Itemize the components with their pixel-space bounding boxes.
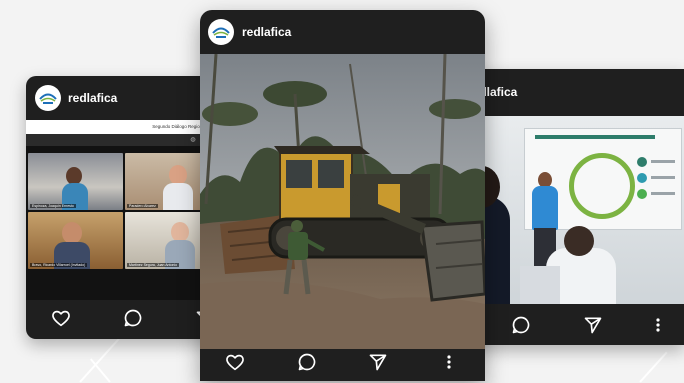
avatar[interactable]	[35, 85, 61, 111]
participant-tile: Bravo, Ricardo Villarroel (Invitado)	[28, 212, 123, 269]
avatar[interactable]	[208, 19, 234, 45]
comment-icon	[298, 353, 316, 371]
participant-tile: Espinoza, Joaquín Ernesto	[28, 153, 123, 210]
post-card-center[interactable]: redlafica	[200, 10, 485, 381]
comment-icon	[124, 309, 142, 327]
participant-name: Bravo, Ricardo Villarroel (Invitado)	[30, 263, 88, 267]
post-image[interactable]	[200, 54, 485, 349]
username[interactable]: redlafica	[68, 91, 117, 105]
comment-button[interactable]	[295, 350, 319, 374]
send-icon	[369, 354, 387, 371]
post-header: redlafica	[460, 69, 684, 115]
more-options-button[interactable]	[443, 350, 455, 374]
participant-name: Espinoza, Joaquín Ernesto	[30, 204, 76, 208]
more-options-button[interactable]	[652, 314, 664, 336]
send-button[interactable]	[582, 314, 604, 336]
participant-name: Martínez Segura, Juan Antonio	[127, 263, 180, 267]
comment-button[interactable]	[122, 307, 144, 329]
bulldozer-photo	[200, 54, 485, 349]
post-card-right[interactable]: redlafica	[460, 69, 684, 345]
username[interactable]: redlafica	[242, 25, 291, 39]
send-button[interactable]	[366, 350, 390, 374]
comment-button[interactable]	[510, 314, 532, 336]
heart-icon	[226, 354, 244, 371]
redlafica-logo-icon	[211, 22, 231, 42]
more-vertical-icon	[447, 355, 451, 369]
send-icon	[584, 317, 602, 334]
post-header: redlafica	[200, 10, 485, 54]
participant-name: Paradero Alvarez	[127, 204, 158, 208]
post-image[interactable]	[460, 116, 684, 304]
redlafica-logo-icon	[38, 88, 58, 108]
comment-icon	[512, 316, 530, 334]
like-button[interactable]	[50, 307, 72, 329]
heart-icon	[52, 310, 70, 327]
more-vertical-icon	[656, 318, 660, 332]
like-button[interactable]	[223, 350, 247, 374]
